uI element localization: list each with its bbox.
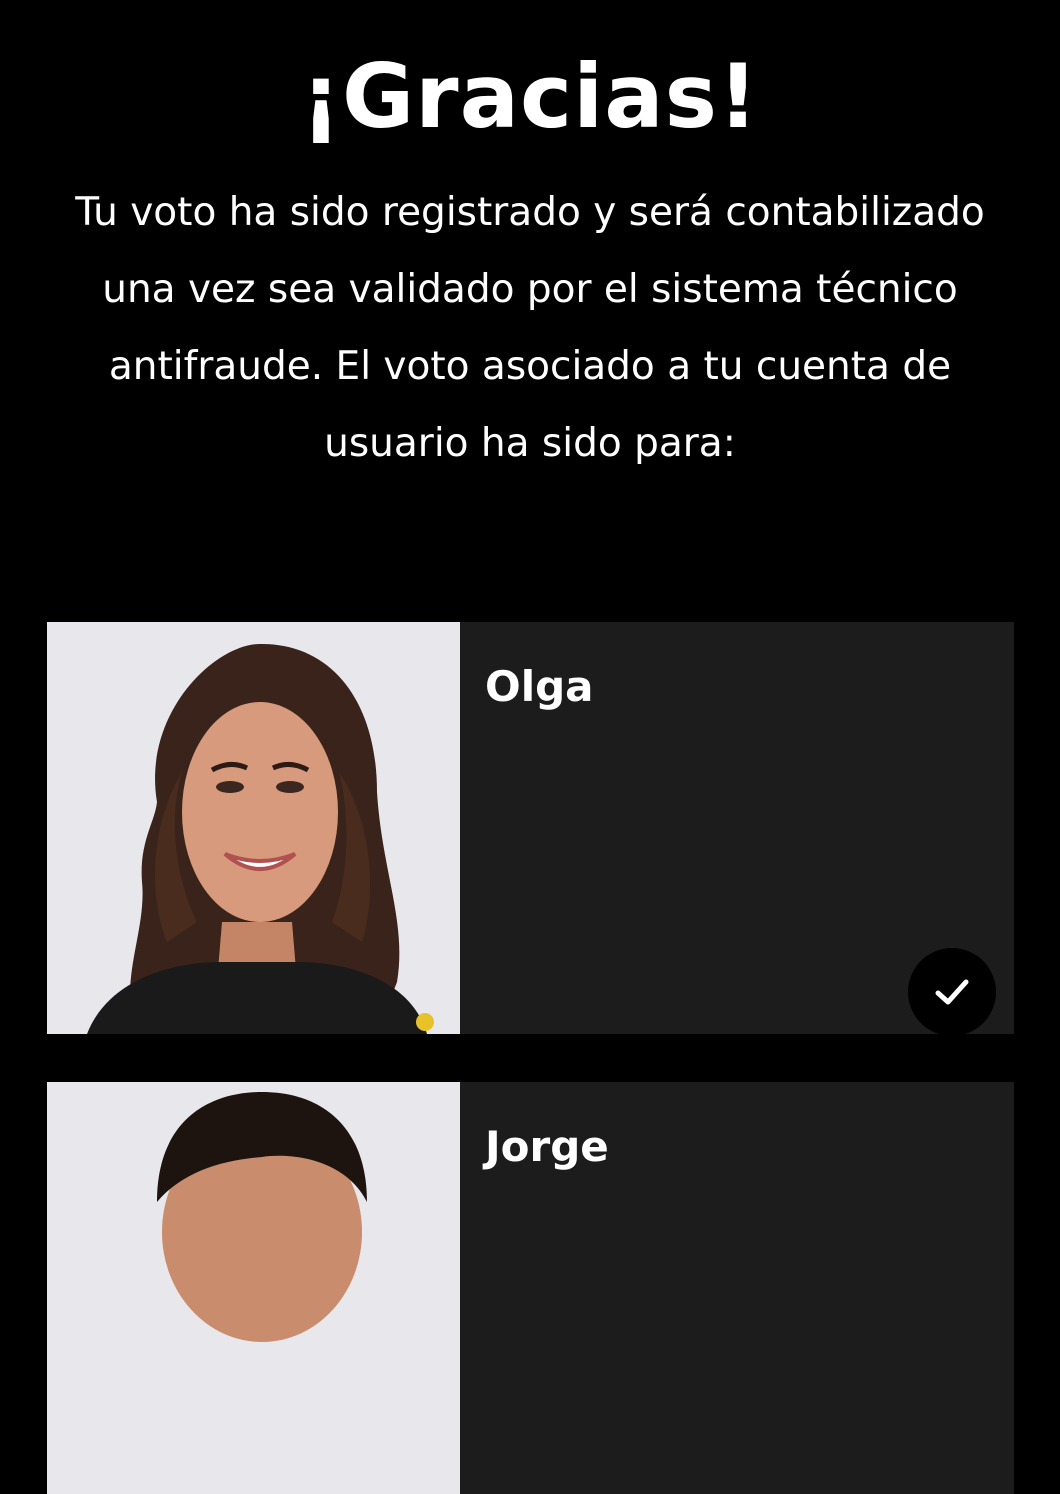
candidate-card-jorge[interactable]: Jorge: [47, 1082, 1014, 1494]
selected-badge: [908, 948, 996, 1036]
candidate-photo-jorge: [47, 1082, 460, 1494]
check-icon: [935, 979, 969, 1005]
candidate-photo-olga: [47, 622, 460, 1034]
candidate-info-jorge: Jorge: [460, 1082, 1014, 1494]
page-title: ¡Gracias!: [300, 45, 760, 148]
candidate-name: Jorge: [485, 1122, 609, 1171]
confirmation-message: Tu voto ha sido registrado y será contab…: [75, 190, 985, 466]
candidate-info-olga: Olga: [460, 622, 1014, 1036]
candidate-card-olga[interactable]: Olga: [47, 622, 1014, 1036]
candidate-name: Olga: [485, 662, 594, 711]
